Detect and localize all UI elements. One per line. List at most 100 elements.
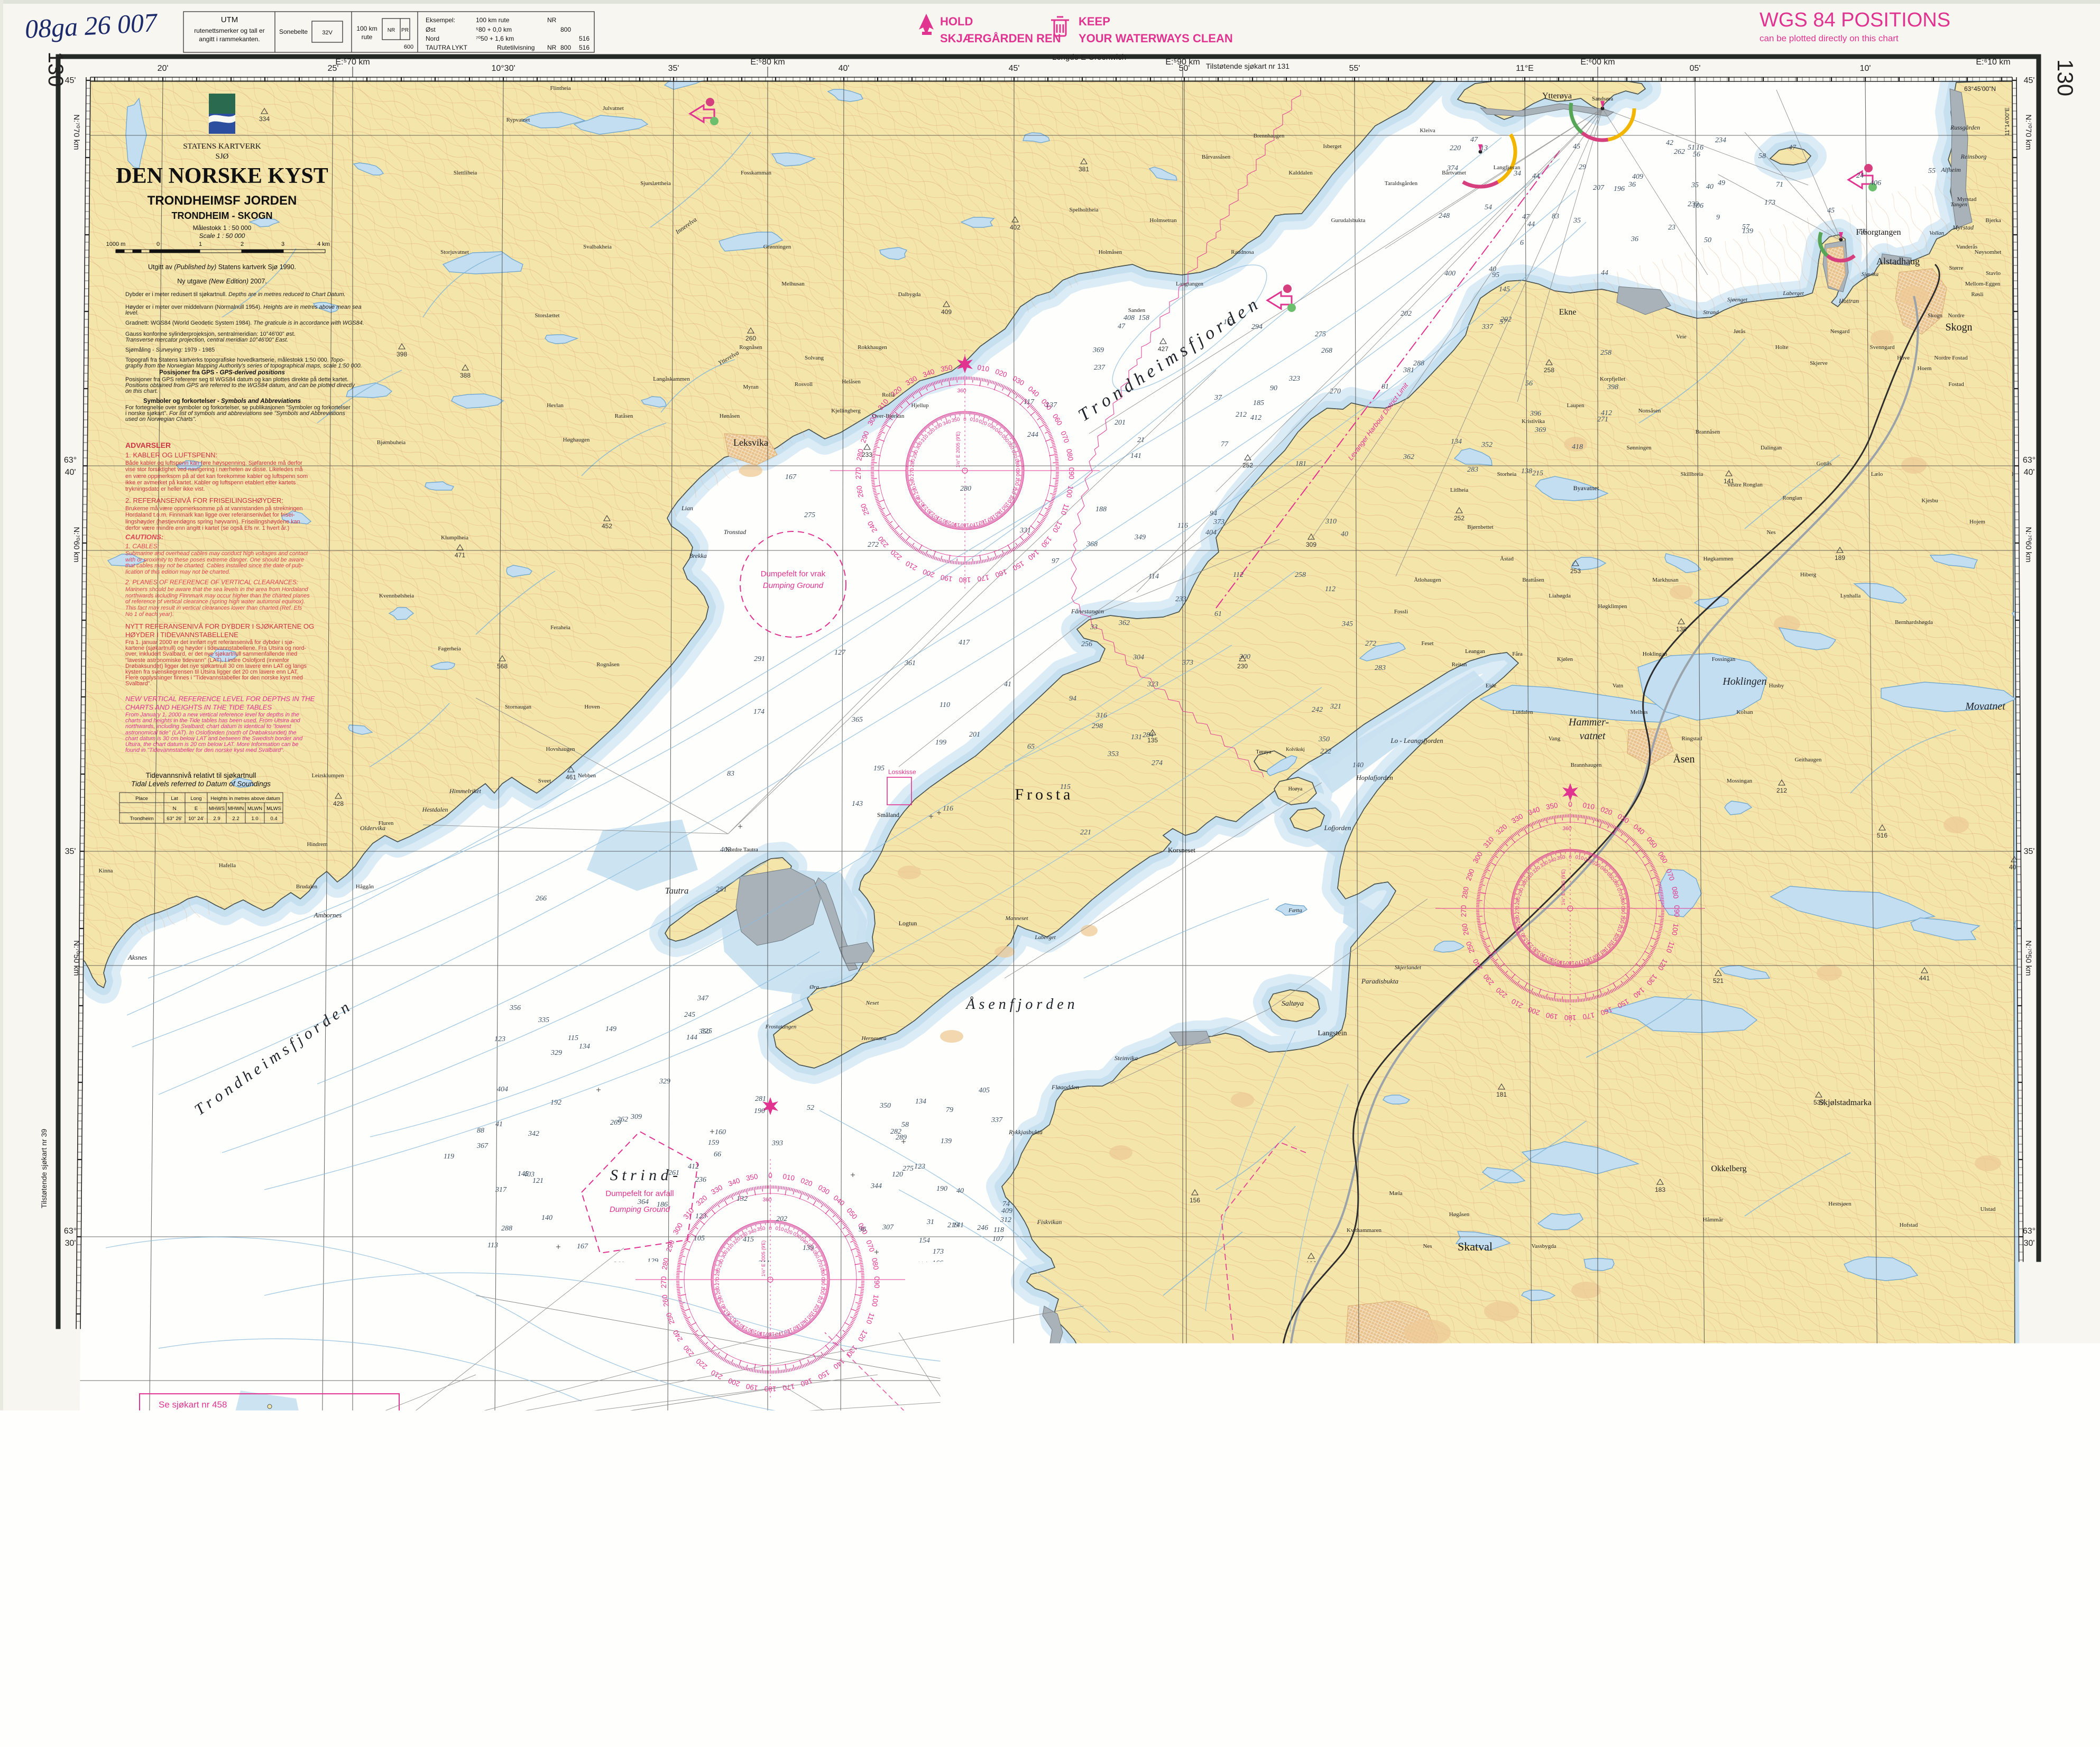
- svg-text:05': 05': [1690, 64, 1701, 73]
- svg-text:NEW VERTICAL REFERENCE LEVEL F: NEW VERTICAL REFERENCE LEVEL FOR DEPTHS …: [125, 695, 315, 703]
- svg-text:Stavlo: Stavlo: [1986, 270, 2001, 277]
- svg-text:181: 181: [1295, 460, 1306, 468]
- svg-text:Fosslia: Fosslia: [1324, 1317, 1340, 1323]
- svg-text:29: 29: [1579, 163, 1586, 171]
- svg-text:"lov om stadnamn" som trådte i: "lov om stadnamn" som trådte i kraft 1. …: [346, 1709, 560, 1717]
- svg-text:Positions obtained from GPS ar: Positions obtained from GPS are referred…: [125, 382, 355, 389]
- svg-text:Lutdalen: Lutdalen: [1512, 709, 1533, 715]
- svg-text:Ved modernisering av navneverk: Ved modernisering av navneverket er det …: [346, 1700, 568, 1708]
- svg-text:Midtsandan: Midtsandan: [938, 1574, 965, 1580]
- svg-text:Lademoen: Lademoen: [301, 1562, 333, 1570]
- svg-text:090: 090: [820, 1277, 826, 1285]
- svg-text:Feset: Feset: [1421, 640, 1433, 647]
- svg-text:200: 200: [676, 1298, 687, 1305]
- svg-text:E:⁵90 km: E:⁵90 km: [1165, 1680, 1200, 1689]
- svg-text:Lade: Lade: [362, 1499, 379, 1508]
- svg-text:314: 314: [1433, 1318, 1443, 1326]
- svg-text:0: 0: [1569, 854, 1571, 860]
- svg-text:Å s e n f j o r d e n: Å s e n f j o r d e n: [965, 996, 1074, 1013]
- svg-text:Vollan: Vollan: [1552, 1470, 1568, 1477]
- svg-text:Skjerve: Skjerve: [1810, 360, 1828, 366]
- svg-text:Taraldsgården: Taraldsgården: [1385, 180, 1418, 187]
- svg-text:Holmsetran: Holmsetran: [1149, 217, 1177, 224]
- svg-text:183: 183: [595, 1360, 606, 1368]
- svg-text:55': 55': [1349, 64, 1360, 73]
- svg-text:Malvik-: Malvik-: [815, 1509, 834, 1515]
- svg-text:Medbrua: Medbrua: [1301, 1296, 1322, 1302]
- svg-text:40': 40': [2024, 468, 2035, 477]
- svg-text:271: 271: [1597, 416, 1608, 424]
- svg-text:345: 345: [1341, 620, 1353, 628]
- svg-text:N:⁷⁰60 km: N:⁷⁰60 km: [2024, 527, 2033, 562]
- svg-text:Nordre: Nordre: [1948, 312, 1964, 319]
- svg-text:367: 367: [476, 1142, 489, 1150]
- svg-text:47: 47: [1118, 323, 1126, 330]
- svg-text:Værnes: Værnes: [1375, 1453, 1396, 1461]
- svg-text:05': 05': [1703, 1670, 1714, 1679]
- svg-text:56: 56: [1525, 380, 1533, 388]
- svg-text:152: 152: [600, 1496, 611, 1504]
- svg-text:369: 369: [1534, 426, 1546, 434]
- svg-text:110: 110: [940, 701, 950, 709]
- svg-text:Lufthavn: Lufthavn: [1370, 1445, 1390, 1450]
- svg-text:352: 352: [1481, 441, 1493, 449]
- svg-text:Aunet: Aunet: [797, 1571, 811, 1577]
- svg-text:Hernesøra: Hernesøra: [861, 1035, 887, 1042]
- svg-text:40: 40: [956, 1187, 964, 1195]
- svg-text:Trykt (Printed)12/07 Gunnarsha: Trykt (Printed)12/07 Gunnarshaug, Stavan…: [93, 1697, 234, 1705]
- svg-text:Hafella: Hafella: [219, 862, 236, 869]
- svg-text:Heggdalen: Heggdalen: [148, 1502, 177, 1510]
- svg-text:57: 57: [1742, 223, 1750, 231]
- svg-text:N:⁷⁰70 km: N:⁷⁰70 km: [2024, 114, 2033, 150]
- svg-text:45': 45': [2024, 76, 2035, 85]
- svg-text:Hordaland t.o.m. Finnmark kan: Hordaland t.o.m. Finnmark kan ligge over…: [125, 512, 295, 518]
- svg-text:Nord: Nord: [426, 35, 439, 42]
- svg-text:35': 35': [2024, 847, 2035, 856]
- svg-text:221: 221: [1080, 829, 1091, 836]
- svg-text:269: 269: [610, 1119, 621, 1127]
- svg-text:Hågenstad: Hågenstad: [1177, 1597, 1202, 1604]
- svg-text:35: 35: [1573, 217, 1581, 225]
- svg-text:Fevollsberga: Fevollsberga: [858, 1603, 888, 1609]
- svg-text:342: 342: [528, 1130, 539, 1138]
- svg-text:236: 236: [695, 1176, 706, 1184]
- svg-text:bukta: bukta: [822, 1515, 835, 1521]
- svg-text:246: 246: [977, 1224, 988, 1232]
- svg-text:41: 41: [495, 1120, 503, 1128]
- svg-text:Prestmoen: Prestmoen: [1521, 1460, 1546, 1466]
- svg-text:Logtun: Logtun: [899, 920, 917, 927]
- svg-text:174: 174: [753, 708, 765, 716]
- svg-text:N:⁷⁰70 km: N:⁷⁰70 km: [72, 114, 81, 150]
- svg-text:40': 40': [835, 1670, 846, 1679]
- svg-text:180: 180: [1564, 1014, 1577, 1022]
- svg-text:Beistadsnauen: Beistadsnauen: [1495, 1280, 1529, 1286]
- svg-text:128: 128: [763, 1487, 775, 1495]
- svg-text:Stokkan: Stokkan: [1333, 1280, 1353, 1286]
- svg-text:Vulu: Vulu: [972, 1624, 984, 1630]
- svg-text:Spelholtheia: Spelholtheia: [1070, 207, 1099, 213]
- svg-text:90: 90: [1270, 384, 1277, 392]
- svg-text:95: 95: [598, 1426, 606, 1434]
- svg-text:Manneset: Manneset: [1005, 915, 1029, 922]
- svg-text:HOLD: HOLD: [940, 15, 973, 28]
- svg-text:Ilabergan: Ilabergan: [211, 1603, 233, 1609]
- svg-text:118: 118: [993, 1226, 1004, 1234]
- svg-text:35: 35: [1691, 181, 1699, 189]
- svg-text:Ingstad: Ingstad: [1948, 1460, 1965, 1466]
- svg-text:N:⁷⁰60 km: N:⁷⁰60 km: [72, 527, 81, 562]
- svg-text:241: 241: [598, 1293, 609, 1301]
- svg-text:Trondheim: Trondheim: [415, 1544, 494, 1564]
- svg-text:graphy from the Norwegian Mapp: graphy from the Norwegian Mapping Author…: [125, 363, 362, 369]
- svg-text:323: 323: [1147, 681, 1158, 688]
- svg-text:Ekne: Ekne: [1559, 308, 1577, 317]
- svg-text:Halstad: Halstad: [1181, 1650, 1199, 1657]
- svg-text:317: 317: [654, 1303, 666, 1311]
- svg-text:2: 2: [241, 241, 244, 247]
- svg-text:3: 3: [281, 241, 284, 247]
- svg-text:154: 154: [919, 1237, 930, 1245]
- svg-text:Større: Større: [1949, 265, 1964, 271]
- svg-text:115: 115: [568, 1034, 578, 1042]
- svg-text:⁷⁰50 + 1,6 km: ⁷⁰50 + 1,6 km: [476, 35, 514, 42]
- svg-text:Submarine and overhead cables: Submarine and overhead cables may conduc…: [125, 550, 308, 557]
- svg-text:Strætasfjellet: Strætasfjellet: [1745, 1592, 1776, 1598]
